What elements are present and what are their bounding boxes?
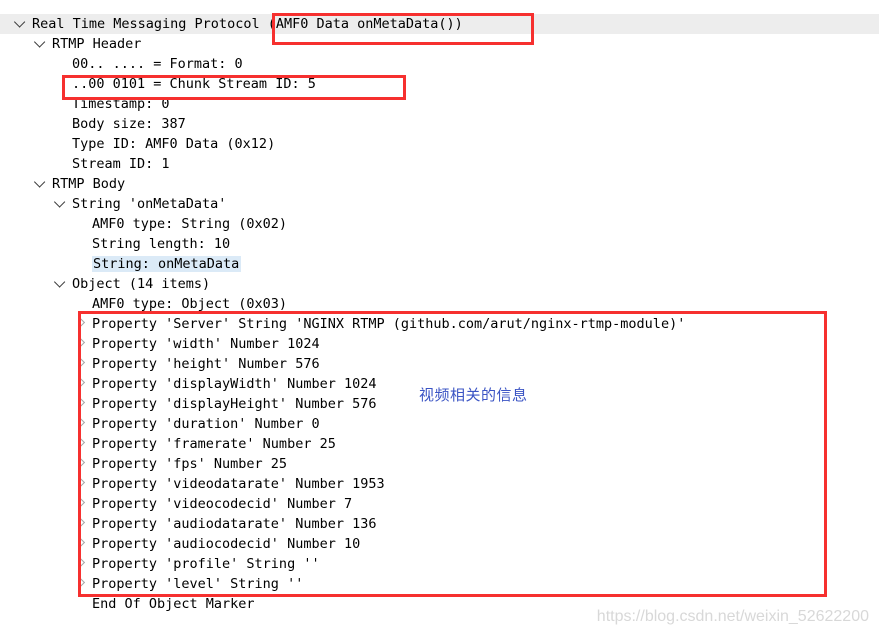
field-amf0-type-object[interactable]: AMF0 type: Object (0x03) [0,294,879,314]
node-rtmp-header[interactable]: RTMP Header [0,34,879,54]
tree-row-label: Body size: 387 [72,116,186,132]
node-rtmp-body[interactable]: RTMP Body [0,174,879,194]
selected-text-highlight: String: onMetaData [92,256,242,272]
field-format[interactable]: 00.. .... = Format: 0 [0,54,879,74]
chevron-right-icon[interactable] [74,454,88,474]
property-fps[interactable]: Property 'fps' Number 25 [0,454,879,474]
node-real-time-messaging-protocol[interactable]: Real Time Messaging Protocol (AMF0 Data … [0,14,879,34]
chevron-right-icon[interactable] [74,574,88,594]
tree-row-label: AMF0 type: Object (0x03) [92,296,288,312]
chevron-right-icon[interactable] [74,434,88,454]
property-width[interactable]: Property 'width' Number 1024 [0,334,879,354]
tree-row-label: RTMP Header [52,36,142,52]
tree-row-label: Property 'displayHeight' Number 576 [92,396,377,412]
property-audiodatarate[interactable]: Property 'audiodatarate' Number 136 [0,514,879,534]
tree-row-label: String: onMetaData [92,254,242,274]
tree-row-label: Property 'fps' Number 25 [92,456,288,472]
field-stream-id[interactable]: Stream ID: 1 [0,154,879,174]
tree-row-label: Property 'width' Number 1024 [92,336,320,352]
chevron-right-icon[interactable] [74,554,88,574]
protocol-tree[interactable]: Real Time Messaging Protocol (AMF0 Data … [0,14,879,614]
tree-row-label: Real Time Messaging Protocol (AMF0 Data … [32,16,463,32]
chevron-right-icon[interactable] [74,534,88,554]
chevron-right-icon[interactable] [74,354,88,374]
chevron-right-icon[interactable] [74,474,88,494]
field-amf0-type-string[interactable]: AMF0 type: String (0x02) [0,214,879,234]
chevron-right-icon[interactable] [74,374,88,394]
tree-row-label: Property 'audiodatarate' Number 136 [92,516,377,532]
tree-row-label: Property 'height' Number 576 [92,356,320,372]
tree-row-label: Property 'audiocodecid' Number 10 [92,536,361,552]
property-duration[interactable]: Property 'duration' Number 0 [0,414,879,434]
property-level[interactable]: Property 'level' String '' [0,574,879,594]
property-height[interactable]: Property 'height' Number 576 [0,354,879,374]
tree-row-label: ..00 0101 = Chunk Stream ID: 5 [72,76,316,92]
property-videocodecid[interactable]: Property 'videocodecid' Number 7 [0,494,879,514]
chevron-down-icon[interactable] [54,194,68,214]
tree-row-label: Timestamp: 0 [72,96,170,112]
property-server[interactable]: Property 'Server' String 'NGINX RTMP (gi… [0,314,879,334]
tree-row-label: Object (14 items) [72,276,211,292]
tree-row-label: Property 'framerate' Number 25 [92,436,336,452]
tree-row-label: RTMP Body [52,176,126,192]
annotation-note-video-info: 视频相关的信息 [419,386,528,404]
node-string-onmetadata[interactable]: String 'onMetaData' [0,194,879,214]
tree-row-label: AMF0 type: String (0x02) [92,216,288,232]
watermark-url: https://blog.csdn.net/weixin_52622200 [596,608,869,625]
tree-row-label: Type ID: AMF0 Data (0x12) [72,136,276,152]
tree-row-label: End Of Object Marker [92,596,255,612]
chevron-right-icon[interactable] [74,494,88,514]
tree-row-label: Property 'duration' Number 0 [92,416,320,432]
field-body-size[interactable]: Body size: 387 [0,114,879,134]
chevron-right-icon[interactable] [74,514,88,534]
chevron-right-icon[interactable] [74,314,88,334]
property-videodatarate[interactable]: Property 'videodatarate' Number 1953 [0,474,879,494]
node-object-14-items[interactable]: Object (14 items) [0,274,879,294]
chevron-right-icon[interactable] [74,414,88,434]
chevron-down-icon[interactable] [14,14,28,34]
chevron-right-icon[interactable] [74,394,88,414]
tree-row-label: Property 'profile' String '' [92,556,320,572]
tree-row-label: Property 'videodatarate' Number 1953 [92,476,385,492]
tree-row-label: String length: 10 [92,236,231,252]
field-timestamp[interactable]: Timestamp: 0 [0,94,879,114]
chevron-down-icon[interactable] [34,34,48,54]
tree-row-label: Stream ID: 1 [72,156,170,172]
chevron-down-icon[interactable] [54,274,68,294]
field-string-value[interactable]: String: onMetaData [0,254,879,274]
field-string-length[interactable]: String length: 10 [0,234,879,254]
field-type-id[interactable]: Type ID: AMF0 Data (0x12) [0,134,879,154]
chevron-right-icon[interactable] [74,334,88,354]
chevron-down-icon[interactable] [34,174,48,194]
property-profile[interactable]: Property 'profile' String '' [0,554,879,574]
tree-row-label: 00.. .... = Format: 0 [72,56,243,72]
tree-row-label: Property 'displayWidth' Number 1024 [92,376,377,392]
field-chunk-stream-id[interactable]: ..00 0101 = Chunk Stream ID: 5 [0,74,879,94]
tree-row-label: Property 'level' String '' [92,576,304,592]
tree-row-label: String 'onMetaData' [72,196,227,212]
property-audiocodecid[interactable]: Property 'audiocodecid' Number 10 [0,534,879,554]
tree-row-label: Property 'Server' String 'NGINX RTMP (gi… [92,316,686,332]
property-framerate[interactable]: Property 'framerate' Number 25 [0,434,879,454]
tree-row-label: Property 'videocodecid' Number 7 [92,496,353,512]
